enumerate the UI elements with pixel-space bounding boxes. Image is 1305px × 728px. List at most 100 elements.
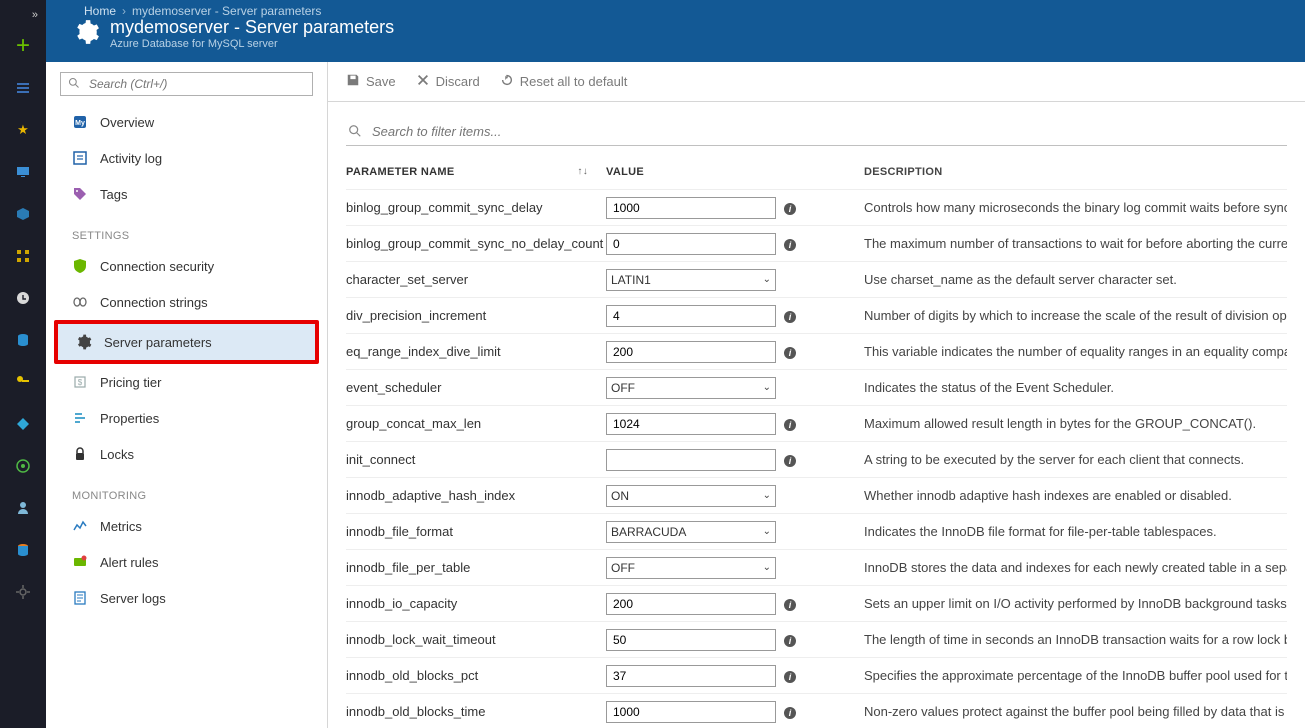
param-value-input[interactable] [606,449,776,471]
col-header-desc[interactable]: DESCRIPTION [864,166,1287,178]
param-value-input[interactable] [606,665,776,687]
sidebar-item-overview[interactable]: MyOverview [46,104,327,140]
sidebar-search-input[interactable] [60,72,313,96]
rail-person-icon[interactable] [0,488,46,528]
info-icon[interactable]: i [784,599,796,611]
param-name[interactable]: binlog_group_commit_sync_no_delay_count [346,236,606,251]
table-row: innodb_adaptive_hash_indexON⌄Whether inn… [346,478,1287,514]
svg-text:$: $ [78,378,83,387]
param-name[interactable]: event_scheduler [346,380,606,395]
rail-circle-icon[interactable] [0,446,46,486]
rail-cube-icon[interactable] [0,194,46,234]
rail-vm-icon[interactable] [0,152,46,192]
rail-create-icon[interactable]: + [0,26,46,66]
rail-expand-chevron[interactable]: » [0,6,46,24]
sidebar-item-connection-strings[interactable]: Connection strings [46,284,327,320]
discard-button[interactable]: Discard [416,73,480,90]
param-value-input[interactable] [606,305,776,327]
header-band: Home › mydemoserver - Server parameters … [46,0,1305,62]
rail-key-icon[interactable] [0,362,46,402]
param-name[interactable]: div_precision_increment [346,308,606,323]
sidebar-item-label: Pricing tier [100,375,161,390]
param-value-select[interactable]: ON⌄ [606,485,776,507]
info-icon[interactable]: i [784,311,796,323]
param-description: InnoDB stores the data and indexes for e… [864,560,1287,575]
sidebar-item-metrics[interactable]: Metrics [46,508,327,544]
gear-icon [76,334,92,350]
chevron-down-icon: ⌄ [763,526,771,537]
connstring-icon [72,294,88,310]
sidebar-item-pricing-tier[interactable]: $ Pricing tier [46,364,327,400]
rail-sql-icon[interactable] [0,320,46,360]
shield-icon [72,258,88,274]
param-description: Specifies the approximate percentage of … [864,668,1287,683]
rail-clock-icon[interactable] [0,278,46,318]
info-icon[interactable]: i [784,347,796,359]
breadcrumb-separator: › [122,4,126,18]
sidebar-item-label: Overview [100,115,154,130]
sidebar-item-label: Server logs [100,591,166,606]
param-value-input[interactable] [606,629,776,651]
sidebar-item-properties[interactable]: Properties [46,400,327,436]
info-icon[interactable]: i [784,419,796,431]
param-value-input[interactable] [606,413,776,435]
sidebar-item-activity-log[interactable]: Activity log [46,140,327,176]
discard-label: Discard [436,74,480,89]
rail-mysql-icon[interactable] [0,530,46,570]
info-icon[interactable]: i [784,635,796,647]
param-name[interactable]: innodb_io_capacity [346,596,606,611]
table-row: binlog_group_commit_sync_no_delay_count i… [346,226,1287,262]
sidebar-item-server-logs[interactable]: Server logs [46,580,327,616]
param-value-select[interactable]: BARRACUDA⌄ [606,521,776,543]
param-name[interactable]: innodb_old_blocks_pct [346,668,606,683]
save-button[interactable]: Save [346,73,396,90]
rail-diamond-icon[interactable] [0,404,46,444]
reset-label: Reset all to default [520,74,628,89]
param-name[interactable]: innodb_file_per_table [346,560,606,575]
param-name[interactable]: innodb_file_format [346,524,606,539]
param-value-input[interactable] [606,593,776,615]
param-name[interactable]: binlog_group_commit_sync_delay [346,200,606,215]
sidebar-item-alert-rules[interactable]: Alert rules [46,544,327,580]
param-value-input[interactable] [606,701,776,723]
param-name[interactable]: character_set_server [346,272,606,287]
filter-input[interactable] [346,120,1287,145]
param-value-input[interactable] [606,233,776,255]
param-name[interactable]: innodb_adaptive_hash_index [346,488,606,503]
param-name[interactable]: init_connect [346,452,606,467]
param-value-input[interactable] [606,197,776,219]
info-icon[interactable]: i [784,203,796,215]
info-icon[interactable]: i [784,707,796,719]
table-row: innodb_old_blocks_timeiNon-zero values p… [346,694,1287,728]
breadcrumb-current: mydemoserver - Server parameters [132,4,321,18]
info-icon[interactable]: i [784,671,796,683]
param-name[interactable]: eq_range_index_dive_limit [346,344,606,359]
sidebar-item-locks[interactable]: Locks [46,436,327,472]
table-row: div_precision_incrementiNumber of digits… [346,298,1287,334]
info-icon[interactable]: i [784,455,796,467]
alert-icon [72,554,88,570]
table-row: eq_range_index_dive_limitiThis variable … [346,334,1287,370]
rail-list-icon[interactable] [0,68,46,108]
toolbar: Save Discard Reset all to default [328,62,1305,102]
sidebar-item-server-parameters[interactable]: Server parameters [58,324,315,360]
param-name[interactable]: innodb_lock_wait_timeout [346,632,606,647]
param-description: The length of time in seconds an InnoDB … [864,632,1287,647]
param-name[interactable]: innodb_old_blocks_time [346,704,606,719]
param-value-select[interactable]: LATIN1⌄ [606,269,776,291]
rail-settings-icon[interactable] [0,572,46,612]
param-value-select[interactable]: OFF⌄ [606,377,776,399]
rail-star-icon[interactable]: ★ [0,110,46,150]
info-icon[interactable]: i [784,239,796,251]
sidebar-item-connection-security[interactable]: Connection security [46,248,327,284]
breadcrumb-home[interactable]: Home [84,4,116,18]
col-header-value[interactable]: VALUE [606,166,864,178]
sidebar-item-tags[interactable]: Tags [46,176,327,212]
metrics-icon [72,518,88,534]
col-header-name[interactable]: PARAMETER NAME [346,166,455,178]
reset-button[interactable]: Reset all to default [500,73,628,90]
param-value-select[interactable]: OFF⌄ [606,557,776,579]
rail-grid-icon[interactable] [0,236,46,276]
param-name[interactable]: group_concat_max_len [346,416,606,431]
param-value-input[interactable] [606,341,776,363]
